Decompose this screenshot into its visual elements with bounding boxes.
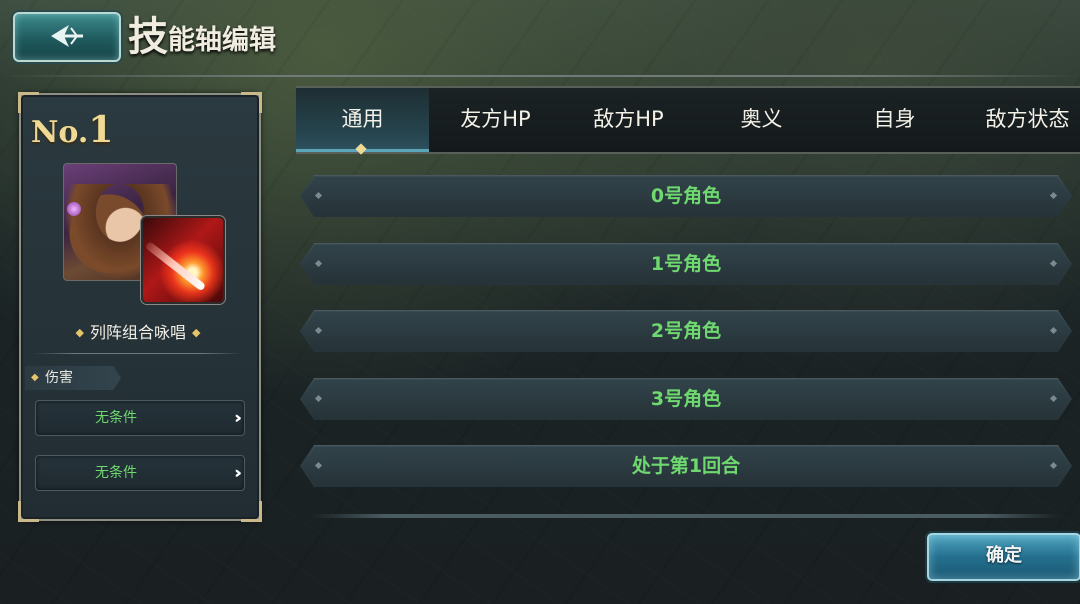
option-label: 处于第1回合 (631, 455, 741, 477)
active-tab-indicator (355, 143, 367, 155)
tab-label: 友方HP (460, 107, 531, 131)
tab-ally-hp[interactable]: 友方HP (429, 88, 562, 152)
tab-label: 通用 (341, 107, 384, 131)
condition-slot-1[interactable]: 无条件 ››› (35, 400, 245, 436)
option-row[interactable]: 2号角色 (300, 310, 1072, 352)
skill-icon[interactable] (141, 216, 225, 304)
option-row[interactable]: 处于第1回合 (300, 445, 1072, 487)
tab-enemy-hp[interactable]: 敌方HP (562, 88, 695, 152)
page-title-first-char: 技 (128, 13, 168, 60)
option-label: 2号角色 (650, 320, 722, 342)
condition-slot-2[interactable]: 无条件 ››› (35, 455, 245, 491)
rank-prefix: No. (31, 115, 89, 150)
condition-label: 无条件 (95, 465, 137, 481)
tab-general[interactable]: 通用 (296, 88, 429, 155)
tab-self[interactable]: 自身 (828, 88, 961, 152)
triple-chevron-icon: ››› (234, 463, 241, 482)
option-row[interactable]: 0号角色 (300, 175, 1072, 217)
option-label: 1号角色 (650, 253, 722, 275)
skill-name: ◆ 列阵组合咏唱 ◆ (21, 319, 255, 343)
header-divider (0, 75, 1080, 77)
skill-beam (144, 240, 207, 292)
skill-type-label: 伤害 (45, 370, 73, 386)
skill-card: No.1 ◆ 列阵组合咏唱 ◆ ◆ 伤害 无条件 ››› 无条件 ››› (18, 92, 262, 522)
page-title-rest: 能轴编辑 (168, 25, 276, 56)
card-corner-ornament (241, 92, 262, 113)
rank-number: 1 (88, 109, 114, 151)
confirm-label: 确定 (986, 545, 1022, 566)
page-title: 技 能轴编辑 (128, 10, 276, 60)
card-divider (33, 353, 243, 354)
back-arrow-icon (51, 25, 83, 47)
tab-bar: 通用 友方HP 敌方HP 奥义 自身 敌方状态 (296, 86, 1080, 155)
diamond-icon: ◆ (31, 372, 39, 383)
option-row[interactable]: 3号角色 (300, 378, 1072, 420)
skill-name-text: 列阵组合咏唱 (89, 323, 186, 342)
triple-chevron-icon: ››› (234, 408, 241, 427)
rank-label: No.1 (31, 109, 113, 151)
star-icon: ◆ (192, 326, 201, 339)
star-icon: ◆ (75, 326, 84, 339)
back-button[interactable] (13, 12, 121, 62)
option-label: 0号角色 (650, 185, 722, 207)
condition-label: 无条件 (95, 410, 137, 426)
tab-ougi[interactable]: 奥义 (695, 88, 828, 152)
tab-label: 自身 (873, 107, 916, 131)
skill-type-tag: ◆ 伤害 (25, 366, 121, 390)
card-corner-ornament (18, 501, 39, 522)
tab-label: 敌方状态 (985, 107, 1070, 131)
option-row[interactable]: 1号角色 (300, 243, 1072, 285)
confirm-button[interactable]: 确定 (927, 533, 1080, 581)
tab-label: 奥义 (740, 107, 783, 131)
option-label: 3号角色 (650, 388, 722, 410)
header: 技 能轴编辑 (0, 0, 1080, 78)
portrait-orb (67, 202, 81, 216)
tab-label: 敌方HP (593, 107, 664, 131)
tab-enemy-status[interactable]: 敌方状态 (961, 88, 1080, 152)
list-scroll-edge (312, 514, 1060, 518)
card-corner-ornament (241, 501, 262, 522)
